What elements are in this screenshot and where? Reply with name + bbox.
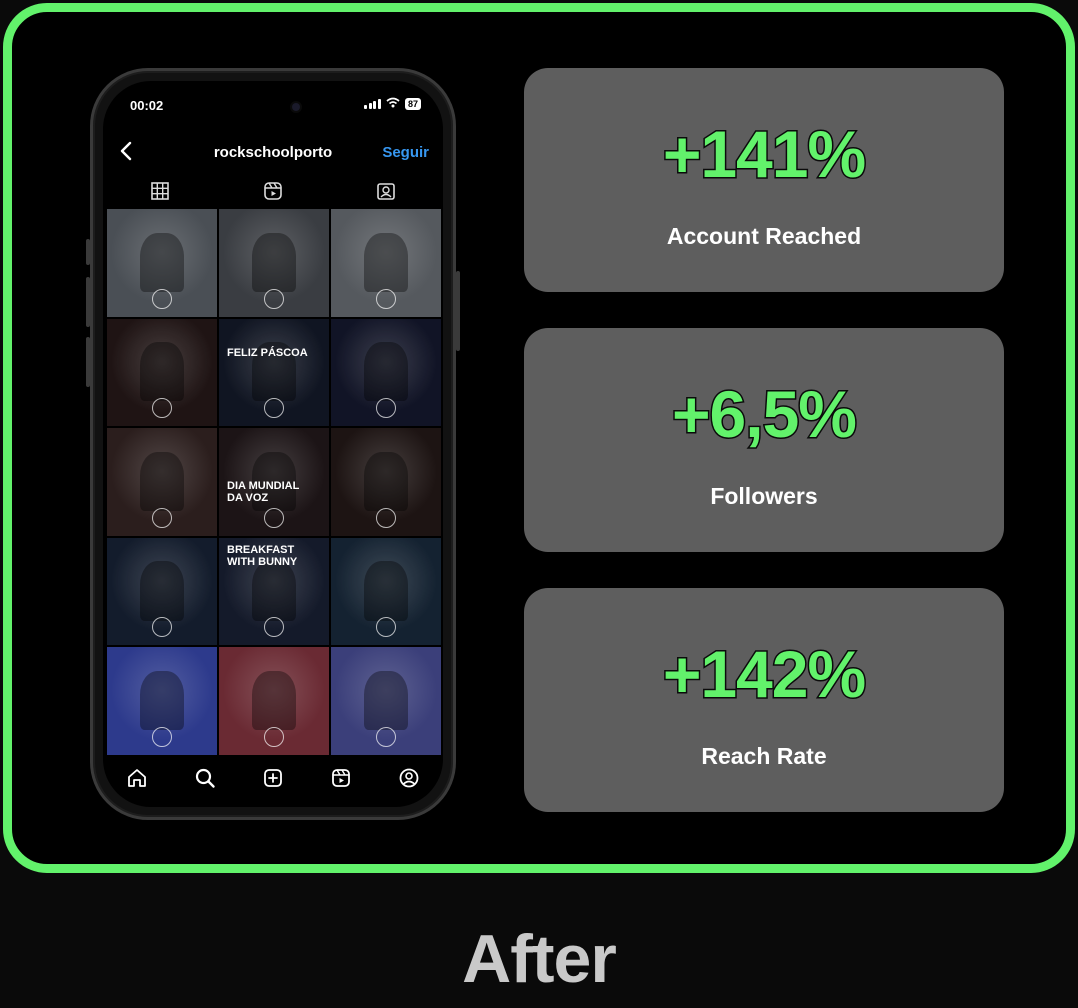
photo-drums-stage	[140, 561, 184, 621]
post-tile[interactable]: FELIZ PÁSCOA	[219, 318, 329, 427]
post-tile[interactable]	[107, 647, 217, 755]
power-button	[456, 271, 460, 351]
post-grid: FELIZ PÁSCOA DIA MUNDIAL DA VOZ BREAKFAST …	[107, 209, 441, 755]
stat-label: Followers	[710, 483, 818, 509]
phone-screen: 00:02 87 rockschoolporto Seguir FELIZ PÁ…	[103, 81, 443, 807]
post-breakfast	[252, 561, 296, 621]
bottom-navigation	[103, 763, 443, 797]
phone-mockup: 00:02 87 rockschoolporto Seguir FELIZ PÁ…	[86, 68, 460, 820]
photo-guitarist-dark	[364, 451, 408, 512]
post-tile[interactable]	[331, 318, 441, 427]
stat-label: Account Reached	[666, 223, 862, 249]
logo-watermark-icon	[376, 507, 396, 528]
post-caption: BREAKFAST WITH BUNNY	[227, 543, 298, 568]
volume-down-button	[86, 337, 90, 387]
stat-value: +141%	[661, 116, 867, 193]
post-tile[interactable]	[219, 647, 329, 755]
post-tile[interactable]	[107, 209, 217, 317]
post-tile[interactable]: BREAKFAST WITH BUNNY	[219, 537, 329, 646]
stat-label: Reach Rate	[701, 743, 827, 769]
profile-icon[interactable]	[398, 767, 420, 794]
post-caption: DIA MUNDIAL DA VOZ	[227, 480, 300, 505]
photo-singer-purple	[140, 671, 184, 731]
post-tile[interactable]	[107, 537, 217, 646]
stat-value: +6,5%	[671, 376, 859, 453]
logo-watermark-icon	[264, 617, 284, 638]
logo-watermark-icon	[152, 617, 172, 638]
front-camera	[292, 103, 300, 111]
logo-watermark-icon	[152, 726, 172, 747]
signal-icon	[364, 98, 381, 109]
stat-card-account-reached: +141% Account Reached	[524, 68, 1004, 292]
post-tile[interactable]	[331, 209, 441, 317]
logo-watermark-icon	[376, 726, 396, 747]
post-tile[interactable]	[107, 428, 217, 536]
logo-watermark-icon	[264, 726, 284, 747]
photo-guitarist-club	[364, 671, 408, 731]
stat-card-followers: +6,5% Followers	[524, 328, 1004, 552]
search-icon[interactable]	[194, 767, 216, 794]
photo-singers-group	[140, 451, 184, 512]
after-caption: After	[462, 921, 617, 997]
post-tile[interactable]	[331, 428, 441, 536]
grid-tab-icon[interactable]	[150, 181, 170, 201]
stat-card-reach-rate: +142% Reach Rate	[524, 588, 1004, 812]
status-time: 00:02	[130, 98, 164, 113]
logo-watermark-icon	[152, 507, 172, 528]
post-tile[interactable]	[331, 647, 441, 755]
logo-watermark-icon	[264, 507, 284, 528]
tagged-tab-icon[interactable]	[376, 181, 396, 201]
stat-value: +142%	[661, 636, 867, 713]
photo-musician-guitar	[140, 232, 184, 292]
reels-icon[interactable]	[330, 767, 352, 794]
wifi-icon	[386, 97, 400, 110]
mute-button	[86, 239, 90, 265]
photo-student-guitar	[364, 232, 408, 292]
logo-watermark-icon	[152, 288, 172, 309]
logo-watermark-icon	[264, 288, 284, 309]
create-post-icon[interactable]	[262, 767, 284, 794]
logo-watermark-icon	[264, 398, 284, 419]
post-tile[interactable]	[331, 537, 441, 646]
logo-watermark-icon	[376, 288, 396, 309]
photo-singer-red	[140, 342, 184, 402]
photo-band-wall	[252, 232, 296, 292]
status-bar: 00:02 87	[103, 81, 443, 125]
post-tile[interactable]: DIA MUNDIAL DA VOZ	[219, 428, 329, 536]
reels-tab-icon[interactable]	[263, 181, 283, 201]
post-tile[interactable]	[107, 318, 217, 427]
volume-up-button	[86, 277, 90, 327]
photo-drums-neon	[252, 671, 296, 731]
post-tile[interactable]	[219, 209, 329, 317]
photo-guitarist-blue	[364, 561, 408, 621]
battery-icon: 87	[404, 97, 421, 110]
logo-watermark-icon	[376, 398, 396, 419]
post-caption: FELIZ PÁSCOA	[227, 346, 308, 359]
logo-watermark-icon	[376, 617, 396, 638]
follow-button[interactable]: Seguir	[382, 144, 429, 161]
photo-guitar-stage	[364, 342, 408, 402]
profile-header: rockschoolporto Seguir	[103, 131, 443, 171]
logo-watermark-icon	[152, 398, 172, 419]
home-icon[interactable]	[126, 767, 148, 794]
profile-tabs	[103, 177, 443, 205]
